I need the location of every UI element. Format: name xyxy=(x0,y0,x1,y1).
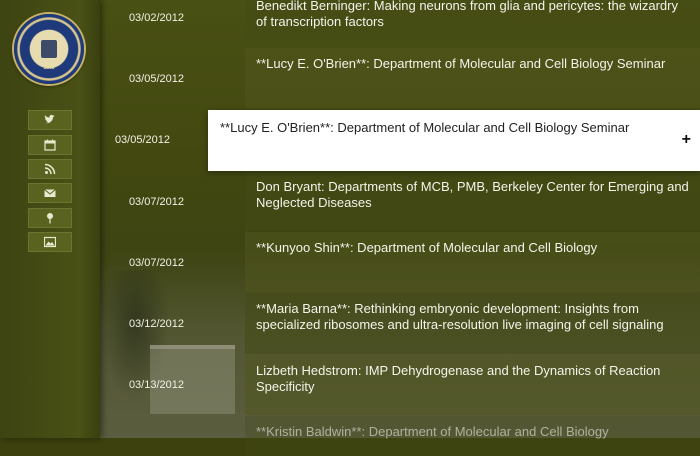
photos-button[interactable] xyxy=(28,232,72,252)
calendar-icon xyxy=(44,139,56,151)
event-row[interactable]: **Maria Barna**: Rethinking embryonic de… xyxy=(245,293,700,354)
twitter-icon xyxy=(44,114,55,124)
event-row[interactable]: **Kristin Baldwin**: Department of Molec… xyxy=(245,416,700,456)
event-row[interactable]: **Kunyoo Shin**: Department of Molecular… xyxy=(245,232,700,292)
event-date: 03/05/2012 xyxy=(128,73,184,85)
event-row[interactable]: **Lucy E. O'Brien**: Department of Molec… xyxy=(245,48,700,108)
event-row[interactable]: Benedikt Berninger: Making neurons from … xyxy=(245,0,700,40)
event-title: Don Bryant: Departments of MCB, PMB, Ber… xyxy=(256,179,689,210)
event-title: Benedikt Berninger: Making neurons from … xyxy=(256,0,678,29)
event-date: 03/02/2012 xyxy=(128,12,184,24)
twitter-button[interactable] xyxy=(28,110,72,130)
event-date: 03/07/2012 xyxy=(128,196,184,208)
event-title: Lizbeth Hedstrom: IMP Dehydrogenase and … xyxy=(256,363,661,394)
event-title: **Maria Barna**: Rethinking embryonic de… xyxy=(256,301,664,332)
calendar-button[interactable] xyxy=(28,135,72,155)
rss-icon xyxy=(44,163,56,175)
event-row[interactable]: Lizbeth Hedstrom: IMP Dehydrogenase and … xyxy=(245,355,700,415)
event-list: 03/02/2012 Benedikt Berninger: Making ne… xyxy=(100,0,700,456)
location-button[interactable] xyxy=(28,208,72,228)
mail-icon xyxy=(44,189,56,197)
expand-plus-icon[interactable]: + xyxy=(682,132,691,148)
event-title: **Kunyoo Shin**: Department of Molecular… xyxy=(256,240,598,255)
photo-icon xyxy=(44,236,56,248)
sidebar: 1868 xyxy=(0,0,100,438)
event-title: **Lucy E. O'Brien**: Department of Molec… xyxy=(220,120,630,135)
event-title: **Lucy E. O'Brien**: Department of Molec… xyxy=(256,56,666,71)
location-pin-icon xyxy=(47,213,53,224)
seal-year: 1868 xyxy=(43,65,55,71)
rss-button[interactable] xyxy=(28,159,72,179)
university-seal-logo[interactable]: 1868 xyxy=(14,14,84,84)
event-date: 03/13/2012 xyxy=(128,379,184,391)
event-date: 03/12/2012 xyxy=(128,318,184,330)
event-date: 03/07/2012 xyxy=(128,257,184,269)
event-row[interactable]: Don Bryant: Departments of MCB, PMB, Ber… xyxy=(245,171,700,231)
event-title: **Kristin Baldwin**: Department of Molec… xyxy=(256,424,609,439)
email-button[interactable] xyxy=(28,183,72,203)
event-row-selected[interactable]: **Lucy E. O'Brien**: Department of Molec… xyxy=(208,110,700,171)
seal-book-icon xyxy=(41,40,57,58)
